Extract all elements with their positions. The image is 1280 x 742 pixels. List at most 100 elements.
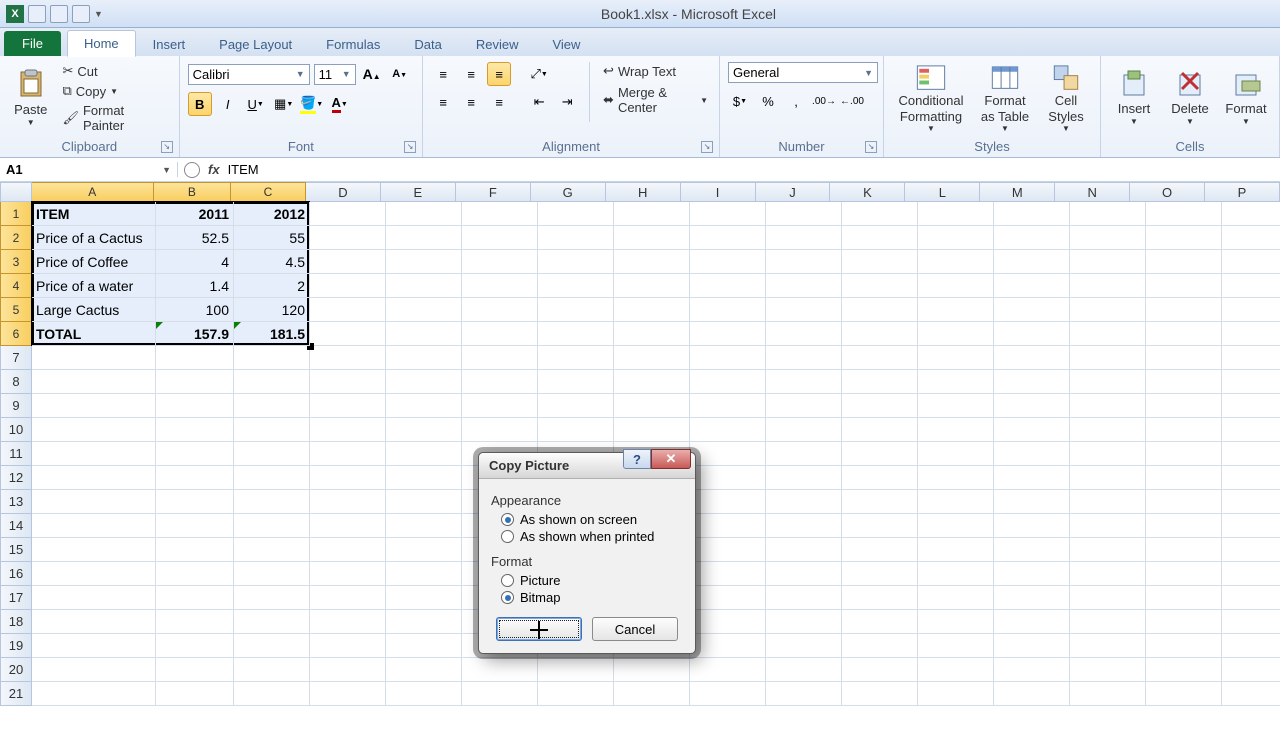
cell[interactable] xyxy=(1070,274,1146,298)
cell[interactable] xyxy=(538,274,614,298)
cell[interactable] xyxy=(386,322,462,346)
cell[interactable] xyxy=(156,370,234,394)
dialog-title-bar[interactable]: Copy Picture ? ✕ xyxy=(479,453,695,479)
cancel-button[interactable]: Cancel xyxy=(592,617,678,641)
tab-file[interactable]: File xyxy=(4,31,61,56)
cell[interactable] xyxy=(386,370,462,394)
number-format-select[interactable]: General▼ xyxy=(728,62,878,83)
cell[interactable] xyxy=(766,490,842,514)
cell[interactable] xyxy=(994,250,1070,274)
comma-icon[interactable]: , xyxy=(784,89,808,113)
cell[interactable] xyxy=(918,658,994,682)
error-indicator-icon[interactable] xyxy=(156,322,163,329)
cell[interactable] xyxy=(234,538,310,562)
cell[interactable] xyxy=(386,298,462,322)
cell[interactable] xyxy=(32,658,156,682)
cell[interactable] xyxy=(994,370,1070,394)
cell[interactable] xyxy=(766,634,842,658)
cell[interactable] xyxy=(690,514,766,538)
cell[interactable] xyxy=(766,514,842,538)
row-header-9[interactable]: 9 xyxy=(0,394,32,418)
column-header-B[interactable]: B xyxy=(154,182,231,202)
cell-B6[interactable]: 157.9 xyxy=(156,322,234,346)
cell[interactable] xyxy=(32,442,156,466)
cell[interactable] xyxy=(1222,682,1280,706)
cell[interactable] xyxy=(538,418,614,442)
cell[interactable] xyxy=(918,538,994,562)
cell[interactable] xyxy=(614,202,690,226)
tab-insert[interactable]: Insert xyxy=(136,31,203,57)
row-header-18[interactable]: 18 xyxy=(0,610,32,634)
dialog-close-button[interactable]: ✕ xyxy=(651,449,691,469)
cell[interactable] xyxy=(918,250,994,274)
align-top-icon[interactable]: ≡ xyxy=(431,62,455,86)
cell[interactable] xyxy=(842,538,918,562)
tab-page-layout[interactable]: Page Layout xyxy=(202,31,309,57)
cell-C2[interactable]: 55 xyxy=(234,226,310,250)
cell[interactable] xyxy=(1070,562,1146,586)
qat-redo-icon[interactable] xyxy=(72,5,90,23)
italic-button[interactable]: I xyxy=(216,92,240,116)
cell-B5[interactable]: 100 xyxy=(156,298,234,322)
percent-icon[interactable]: % xyxy=(756,89,780,113)
format-painter-button[interactable]: 🖌Format Painter xyxy=(59,102,170,134)
format-cells-button[interactable]: Format▼ xyxy=(1221,62,1271,134)
cell[interactable] xyxy=(994,274,1070,298)
cell[interactable] xyxy=(766,538,842,562)
cell[interactable] xyxy=(32,562,156,586)
currency-icon[interactable]: $▼ xyxy=(728,89,752,113)
orientation-icon[interactable]: ⤢▼ xyxy=(527,62,551,86)
cell[interactable] xyxy=(462,370,538,394)
cell[interactable] xyxy=(994,202,1070,226)
cell[interactable] xyxy=(1222,538,1280,562)
cell[interactable] xyxy=(386,562,462,586)
cell[interactable] xyxy=(1222,394,1280,418)
cell[interactable] xyxy=(156,658,234,682)
cell[interactable] xyxy=(614,274,690,298)
cell[interactable] xyxy=(1070,586,1146,610)
radio-as-shown-when-printed[interactable]: As shown when printed xyxy=(501,529,683,544)
cell[interactable] xyxy=(690,346,766,370)
cell[interactable] xyxy=(1146,202,1222,226)
cell[interactable] xyxy=(156,562,234,586)
cell[interactable] xyxy=(690,586,766,610)
cell[interactable] xyxy=(1070,682,1146,706)
column-header-J[interactable]: J xyxy=(756,182,831,202)
cell[interactable] xyxy=(766,442,842,466)
cell[interactable] xyxy=(234,346,310,370)
cell[interactable] xyxy=(386,634,462,658)
cell[interactable] xyxy=(1146,298,1222,322)
cell[interactable] xyxy=(842,250,918,274)
cell[interactable] xyxy=(156,538,234,562)
cell[interactable] xyxy=(1222,346,1280,370)
cell[interactable] xyxy=(614,682,690,706)
cell[interactable] xyxy=(462,658,538,682)
cell-A3[interactable]: Price of Coffee xyxy=(32,250,156,274)
cell[interactable] xyxy=(310,658,386,682)
cell[interactable] xyxy=(614,394,690,418)
cell[interactable] xyxy=(918,418,994,442)
cell[interactable] xyxy=(234,370,310,394)
cell[interactable] xyxy=(690,442,766,466)
cell[interactable] xyxy=(994,226,1070,250)
cell[interactable] xyxy=(1222,490,1280,514)
cell[interactable] xyxy=(234,442,310,466)
cell[interactable] xyxy=(1070,634,1146,658)
cell[interactable] xyxy=(994,490,1070,514)
row-header-4[interactable]: 4 xyxy=(0,274,32,298)
cell[interactable] xyxy=(1146,346,1222,370)
cell-B4[interactable]: 1.4 xyxy=(156,274,234,298)
cell[interactable] xyxy=(918,442,994,466)
row-header-2[interactable]: 2 xyxy=(0,226,32,250)
cell[interactable] xyxy=(994,562,1070,586)
cell[interactable] xyxy=(842,442,918,466)
cell[interactable] xyxy=(614,418,690,442)
align-bottom-icon[interactable]: ≡ xyxy=(487,62,511,86)
cell[interactable] xyxy=(538,658,614,682)
cell[interactable] xyxy=(156,418,234,442)
cell[interactable] xyxy=(918,226,994,250)
cell[interactable] xyxy=(614,226,690,250)
cell[interactable] xyxy=(1146,514,1222,538)
cell[interactable] xyxy=(1070,322,1146,346)
cell[interactable] xyxy=(766,586,842,610)
